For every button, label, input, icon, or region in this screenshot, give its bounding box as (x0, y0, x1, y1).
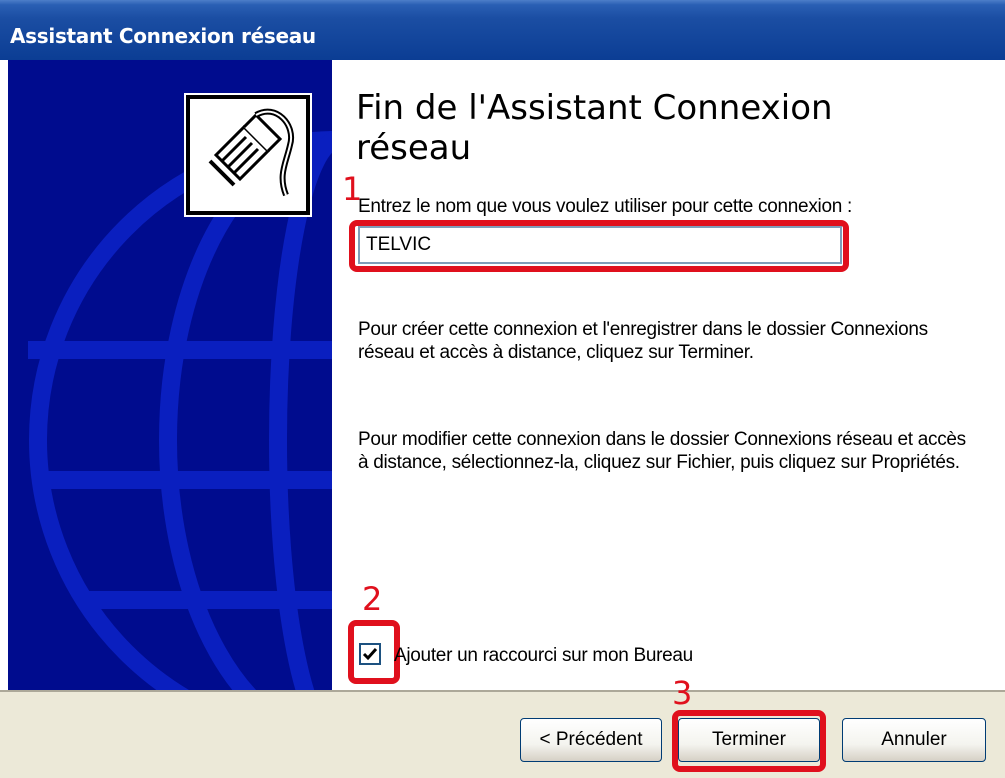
create-info-text: Pour créer cette connexion et l'enregist… (358, 319, 928, 363)
cancel-button[interactable]: Annuler (842, 718, 986, 762)
checkmark-icon (362, 648, 378, 661)
shortcut-checkbox[interactable] (359, 643, 381, 665)
modify-info-text: Pour modifier cette connexion dans le do… (358, 429, 966, 473)
annotation-marker-3: 3 (672, 674, 693, 712)
title-bar: Assistant Connexion réseau (0, 0, 1005, 60)
annotation-marker-2: 2 (362, 580, 383, 618)
finish-button[interactable]: Terminer (678, 718, 820, 762)
connection-name-prompt: Entrez le nom que vous voulez utiliser p… (358, 196, 852, 217)
page-title: Fin de l'Assistant Connexion réseau (356, 88, 833, 168)
window-title: Assistant Connexion réseau (10, 24, 316, 48)
connection-name-input[interactable] (358, 226, 842, 264)
back-button[interactable]: < Précédent (520, 718, 662, 762)
network-cable-icon (184, 93, 312, 217)
shortcut-checkbox-label: Ajouter un raccourci sur mon Bureau (394, 645, 693, 666)
